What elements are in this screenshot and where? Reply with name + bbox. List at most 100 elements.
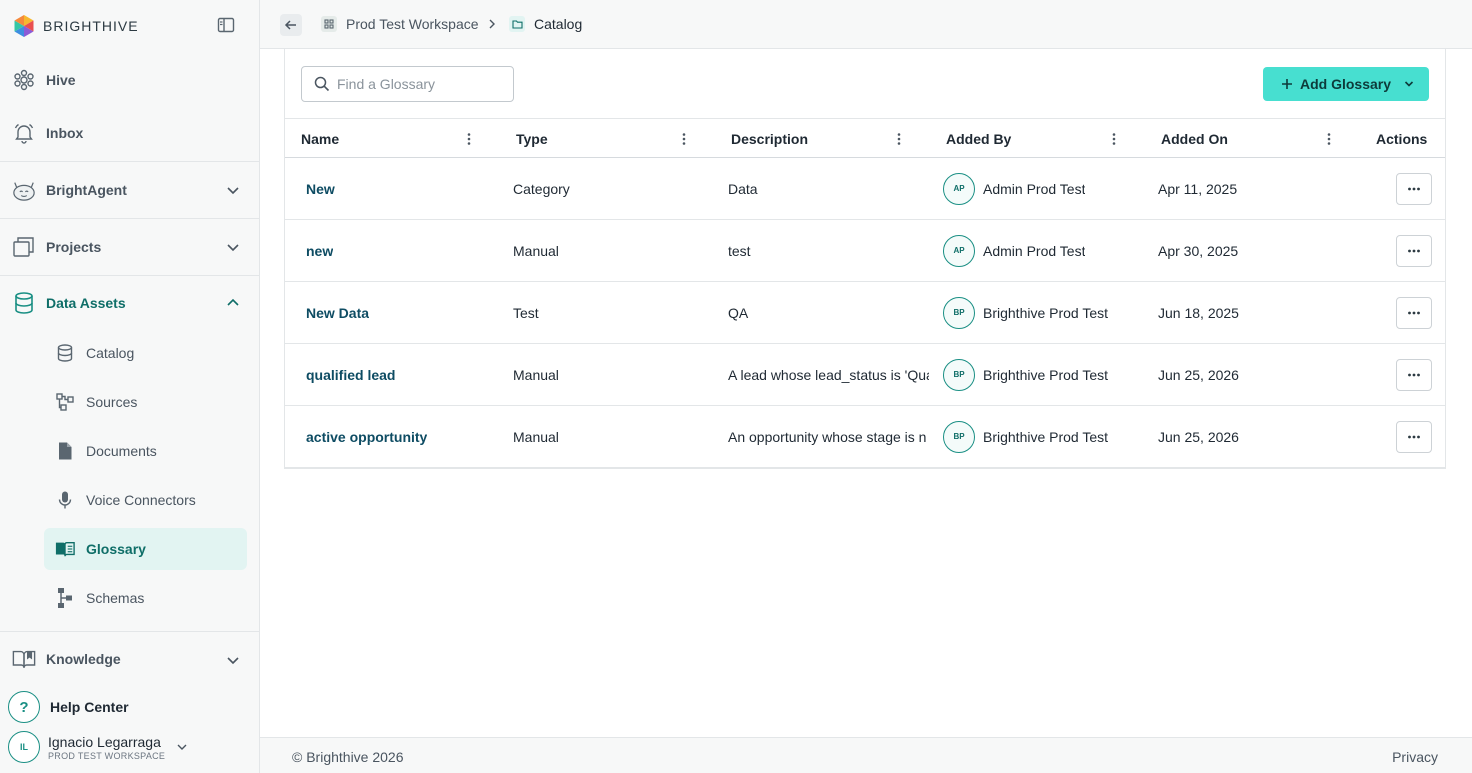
glossary-name-link[interactable]: active opportunity: [306, 406, 427, 467]
more-horizontal-icon: [1408, 311, 1420, 315]
column-header-type[interactable]: Type: [516, 119, 548, 158]
avatar: AP: [943, 234, 975, 267]
kebab-icon[interactable]: [892, 131, 906, 147]
avatar: AP: [943, 172, 975, 205]
top-bar: Prod Test Workspace Catalog: [260, 0, 1472, 49]
column-header-description[interactable]: Description: [731, 119, 808, 158]
column-header-actions: Actions: [1376, 130, 1428, 147]
sources-icon: [55, 392, 75, 412]
footer: © Brighthive 2026 Privacy: [260, 737, 1472, 773]
table-row[interactable]: New Category Data AP Admin Prod Test Apr…: [285, 158, 1445, 220]
chevron-down-icon: [177, 744, 187, 750]
table-row[interactable]: active opportunity Manual An opportunity…: [285, 406, 1445, 468]
chevron-down-icon: [227, 244, 239, 252]
avatar: IL: [8, 731, 40, 763]
glossary-added-on: Jun 18, 2025: [1158, 304, 1239, 321]
help-center-link[interactable]: ? Help Center: [8, 691, 129, 723]
sidebar-subitem-voice-connectors[interactable]: Voice Connectors: [44, 479, 247, 521]
added-by-name: Brighthive Prod Test: [983, 304, 1109, 321]
kebab-icon[interactable]: [1322, 131, 1336, 147]
table-row[interactable]: new Manual test AP Admin Prod Test Apr 3…: [285, 220, 1445, 282]
table-header: Name Type Description Added By Added On …: [285, 118, 1445, 158]
glossary-added-by: BP Brighthive Prod Test: [943, 344, 1108, 405]
glossary-added-by: BP Brighthive Prod Test: [943, 406, 1108, 467]
sidebar-item-label: Hive: [46, 72, 76, 88]
workspace-icon: [321, 16, 337, 32]
glossary-name-link[interactable]: New Data: [306, 282, 369, 343]
avatar: BP: [943, 296, 975, 329]
back-button[interactable]: [280, 14, 302, 36]
add-glossary-button[interactable]: Add Glossary: [1263, 67, 1429, 101]
add-glossary-label: Add Glossary: [1300, 76, 1392, 92]
sidebar-subitem-label: Schemas: [86, 590, 145, 606]
row-actions-button[interactable]: [1396, 421, 1432, 453]
column-header-name[interactable]: Name: [301, 119, 339, 158]
sidebar-item-projects[interactable]: Projects: [0, 234, 259, 260]
sidebar-item-inbox[interactable]: Inbox: [0, 121, 259, 145]
added-by-name: Brighthive Prod Test: [983, 428, 1109, 445]
chevron-up-icon: [227, 298, 239, 306]
user-workspace: PROD TEST WORKSPACE: [48, 750, 166, 761]
glossary-added-on: Apr 30, 2025: [1158, 242, 1239, 259]
breadcrumb-current: Catalog: [509, 16, 582, 32]
more-horizontal-icon: [1408, 373, 1420, 377]
sidebar-subitem-label: Voice Connectors: [86, 492, 196, 508]
sidebar-item-hive[interactable]: Hive: [0, 68, 259, 92]
kebab-icon[interactable]: [677, 131, 691, 147]
table-row[interactable]: qualified lead Manual A lead whose lead_…: [285, 344, 1445, 406]
sidebar-item-label: Inbox: [46, 125, 84, 141]
breadcrumb-workspace-label: Prod Test Workspace: [346, 16, 479, 32]
sidebar-item-data-assets[interactable]: Data Assets: [0, 290, 259, 316]
row-actions-button[interactable]: [1396, 297, 1432, 329]
glossary-added-by: AP Admin Prod Test: [943, 220, 1085, 281]
sidebar-divider: [0, 275, 259, 276]
sidebar-item-knowledge[interactable]: Knowledge: [0, 646, 259, 672]
column-header-added-by[interactable]: Added By: [946, 119, 1011, 158]
help-icon: ?: [8, 691, 40, 723]
brighthive-logo-icon: [14, 15, 34, 37]
breadcrumb-workspace[interactable]: Prod Test Workspace: [321, 16, 479, 32]
avatar: BP: [943, 358, 975, 391]
glossary-description: QA: [728, 304, 749, 321]
arrow-left-icon: [284, 20, 296, 30]
sidebar-subitem-label: Glossary: [86, 541, 146, 557]
row-actions-button[interactable]: [1396, 359, 1432, 391]
search-icon: [314, 76, 330, 92]
table-row[interactable]: New Data Test QA BP Brighthive Prod Test…: [285, 282, 1445, 344]
column-header-added-on[interactable]: Added On: [1161, 119, 1228, 158]
privacy-link[interactable]: Privacy: [1392, 749, 1438, 765]
row-actions-button[interactable]: [1396, 235, 1432, 267]
sidebar-item-label: Projects: [46, 239, 102, 255]
sidebar-subitem-sources[interactable]: Sources: [44, 381, 247, 423]
chevron-right-icon: [489, 19, 495, 29]
glossary-added-on: Jun 25, 2026: [1158, 366, 1239, 383]
microphone-icon: [55, 490, 75, 510]
sidebar-subitem-documents[interactable]: Documents: [44, 430, 247, 472]
kebab-icon[interactable]: [1107, 131, 1121, 147]
document-icon: [55, 441, 75, 461]
glossary-type: Manual: [513, 366, 559, 383]
glossary-description: Data: [728, 180, 758, 197]
user-menu[interactable]: IL Ignacio Legarraga PROD TEST WORKSPACE: [8, 731, 189, 763]
plus-icon: [1282, 79, 1292, 89]
glossary-name-link[interactable]: New: [306, 158, 335, 219]
kebab-icon[interactable]: [462, 131, 476, 147]
search-input[interactable]: [337, 76, 507, 92]
user-name: Ignacio Legarraga: [48, 733, 161, 750]
sidebar-divider: [0, 631, 259, 632]
glossary-added-on: Apr 11, 2025: [1158, 180, 1238, 197]
glossary-name-link[interactable]: qualified lead: [306, 344, 395, 405]
sidebar-subitem-glossary[interactable]: Glossary: [44, 528, 247, 570]
sidebar-subitem-catalog[interactable]: Catalog: [44, 332, 247, 374]
glossary-type: Manual: [513, 242, 559, 259]
sidebar-subitem-schemas[interactable]: Schemas: [44, 577, 247, 619]
sidebar-collapse-icon[interactable]: [216, 15, 236, 35]
glossary-type: Test: [513, 304, 539, 321]
glossary-name-link[interactable]: new: [306, 220, 333, 281]
row-actions-button[interactable]: [1396, 173, 1432, 205]
brand[interactable]: BRIGHTHIVE: [12, 14, 139, 38]
glossary-added-by: BP Brighthive Prod Test: [943, 282, 1108, 343]
sidebar-item-brightagent[interactable]: BrightAgent: [0, 176, 259, 204]
search-box[interactable]: [301, 66, 514, 102]
bell-icon: [12, 121, 36, 145]
